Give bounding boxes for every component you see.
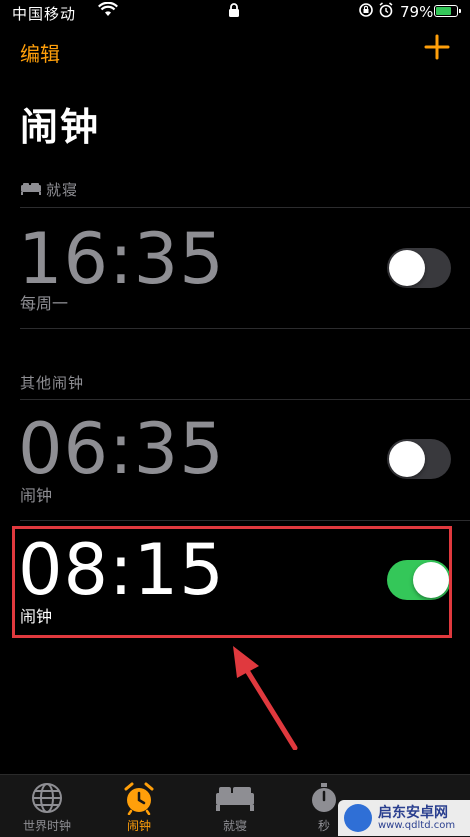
sleep-section-header: 就寝 <box>20 179 78 200</box>
watermark-name: 启东安卓网 <box>378 805 448 821</box>
divider <box>20 328 470 329</box>
tab-bedtime[interactable]: 就寝 <box>190 781 280 834</box>
tab-world-clock[interactable]: 世界时钟 <box>2 781 92 834</box>
alarm-row[interactable]: 16:35 每周一 <box>0 208 470 328</box>
toggle-knob <box>389 441 425 477</box>
watermark: 启东安卓网 www.qdltd.com <box>338 800 470 836</box>
other-alarms-section-label: 其他闹钟 <box>20 374 85 392</box>
alarm-label: 闹钟 <box>20 486 53 505</box>
edit-button[interactable]: 编辑 <box>20 38 60 67</box>
wifi-icon <box>98 1 118 22</box>
status-bar: 中国移动 79% <box>0 0 470 24</box>
alarm-time: 06:35 <box>18 408 225 490</box>
globe-icon <box>2 781 92 815</box>
battery-icon <box>434 5 461 17</box>
annotation-arrow <box>225 640 305 754</box>
page-title: 闹钟 <box>20 105 101 149</box>
lock-icon <box>228 3 240 22</box>
toggle-knob <box>389 250 425 286</box>
tab-alarm[interactable]: 闹钟 <box>94 781 184 834</box>
highlight-box <box>12 526 452 638</box>
tab-label: 世界时钟 <box>22 819 71 833</box>
tab-label: 秒 <box>317 819 330 833</box>
plus-icon <box>424 34 450 60</box>
alarm-toggle[interactable] <box>387 439 451 479</box>
carrier-name: 中国移动 <box>12 5 77 23</box>
rotation-lock-icon <box>358 2 374 22</box>
battery-percent: 79% <box>400 3 434 21</box>
tab-label: 闹钟 <box>126 819 151 833</box>
bed-icon <box>190 781 280 815</box>
watermark-logo-icon <box>344 804 372 832</box>
bed-icon <box>20 182 42 200</box>
watermark-url: www.qdltd.com <box>378 820 456 831</box>
alarm-label: 每周一 <box>20 294 69 313</box>
sleep-section-label: 就寝 <box>46 181 79 199</box>
alarm-toggle[interactable] <box>387 248 451 288</box>
alarm-time: 16:35 <box>18 218 225 300</box>
alarm-clock-icon <box>94 781 184 816</box>
alarm-row[interactable]: 06:35 闹钟 <box>0 400 470 520</box>
alarm-status-icon <box>378 2 394 22</box>
tab-label: 就寝 <box>222 819 247 833</box>
add-alarm-button[interactable] <box>424 34 450 60</box>
